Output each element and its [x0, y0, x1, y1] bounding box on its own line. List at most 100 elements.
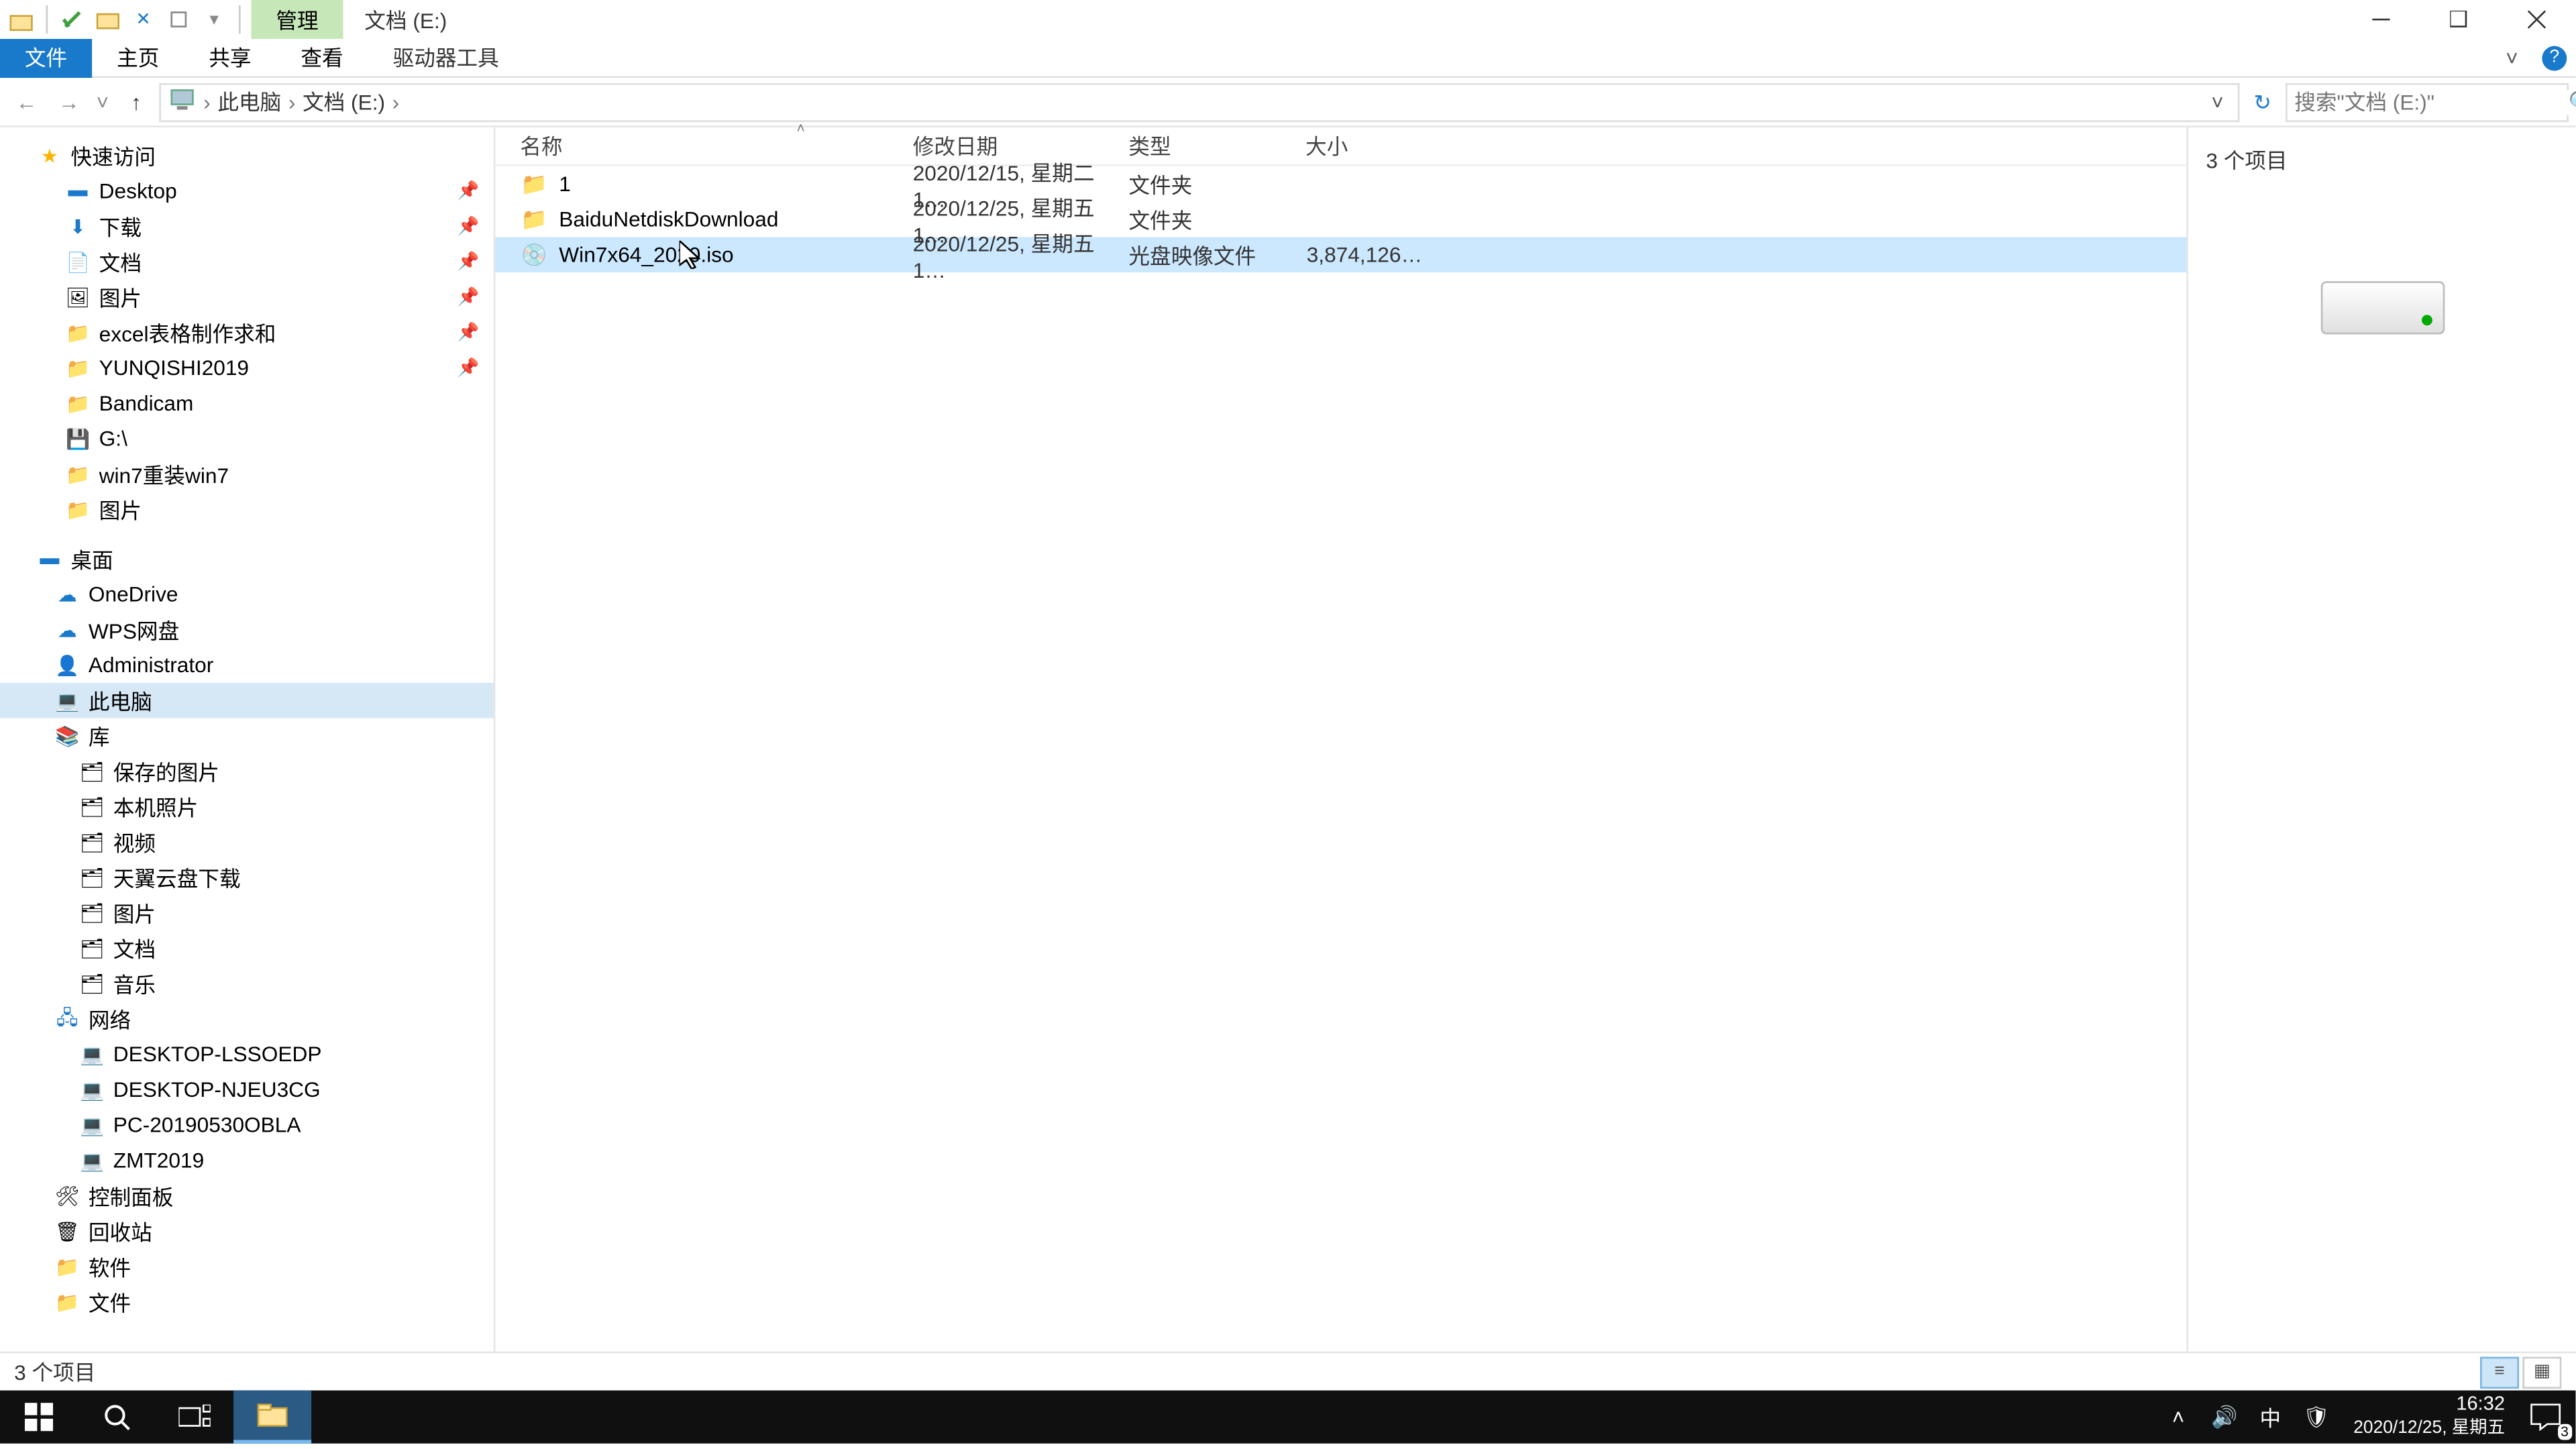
nav-network[interactable]: 🖧 网络 [0, 1002, 494, 1037]
nav-control-panel[interactable]: 🛠 控制面板 [0, 1178, 494, 1214]
nav-desktop-item[interactable]: 👤Administrator [0, 647, 494, 683]
tab-drive-tools[interactable]: 驱动器工具 [368, 38, 524, 77]
search-input[interactable] [2294, 89, 2569, 114]
nav-qa-item[interactable]: 📁Bandicam [0, 386, 494, 421]
nav-network-computer[interactable]: 💻ZMT2019 [0, 1143, 494, 1179]
maximize-button[interactable] [2420, 0, 2498, 39]
breadcrumb[interactable]: › 此电脑 › 文档 (E:) › ˅ [159, 83, 2239, 121]
ime-indicator[interactable]: 中 [2255, 1402, 2286, 1432]
view-large-icons-button[interactable]: ▦ [2522, 1356, 2561, 1387]
view-details-button[interactable]: ≡ [2480, 1356, 2519, 1387]
clock[interactable]: 16:32 2020/12/25, 星期五 [2343, 1394, 2515, 1440]
nav-item-label: 文档 [99, 247, 142, 277]
nav-desktop-item[interactable]: 📚库 [0, 718, 494, 754]
delete-icon[interactable]: ✕ [129, 5, 158, 34]
nav-recycle-bin[interactable]: 🗑 回收站 [0, 1214, 494, 1249]
nav-library-item[interactable]: 🗂图片 [0, 895, 494, 930]
rename-icon[interactable] [164, 5, 193, 34]
nav-item-label: 图片 [113, 898, 156, 928]
close-button[interactable] [2498, 0, 2575, 39]
star-icon: ★ [36, 142, 64, 170]
nav-qa-item[interactable]: 📄文档📌 [0, 244, 494, 280]
file-row[interactable]: 📁BaiduNetdiskDownload2020/12/25, 星期五 1…文… [495, 202, 2186, 237]
nav-network-computer[interactable]: 💻PC-20190530OBLA [0, 1108, 494, 1143]
chevron-right-icon[interactable]: › [388, 89, 402, 114]
app-icon[interactable] [7, 5, 36, 34]
col-name[interactable]: 名称 ˄ [520, 131, 912, 161]
nav-network-computer[interactable]: 💻DESKTOP-NJEU3CG [0, 1072, 494, 1108]
new-folder-icon[interactable] [94, 5, 122, 34]
nav-desktop-item[interactable]: 💻此电脑 [0, 683, 494, 718]
folder-icon: 📁 [53, 1288, 81, 1316]
nav-quick-access[interactable]: ★ 快速访问 [0, 138, 494, 174]
search-box[interactable]: 🔍 [2286, 83, 2569, 121]
security-icon[interactable]: 🛡 [2300, 1405, 2332, 1430]
col-size[interactable]: 大小 [1305, 131, 1430, 161]
nav-library-item[interactable]: 🗂音乐 [0, 966, 494, 1002]
nav-qa-item[interactable]: 📁excel表格制作求和📌 [0, 315, 494, 350]
start-button[interactable] [0, 1391, 78, 1444]
action-center-button[interactable]: 3 [2516, 1391, 2576, 1444]
pin-icon: 📌 [458, 217, 480, 236]
tab-share[interactable]: 共享 [184, 38, 276, 77]
nav-desktop[interactable]: ▬ 桌面 [0, 541, 494, 577]
properties-icon[interactable] [58, 5, 87, 34]
nav-network-computer[interactable]: 💻DESKTOP-LSSOEDP [0, 1036, 494, 1072]
nav-qa-item[interactable]: 📁图片 [0, 492, 494, 527]
address-dropdown-icon[interactable]: ˅ [2204, 89, 2231, 114]
back-button[interactable]: ← [7, 83, 46, 121]
pin-icon: 📌 [458, 288, 480, 307]
tray-overflow-icon[interactable]: ˄ [2162, 1405, 2194, 1430]
minimize-button[interactable] [2342, 0, 2420, 39]
search-icon[interactable]: 🔍 [2569, 89, 2576, 114]
qat-dropdown-icon[interactable]: ▾ [200, 5, 228, 34]
collapse-ribbon-icon[interactable]: ˅ [2491, 38, 2533, 77]
nav-qa-item[interactable]: ⬇下载📌 [0, 209, 494, 244]
task-view-button[interactable] [156, 1391, 233, 1444]
cloud2-icon: ☁ [53, 616, 81, 644]
nav-qa-item[interactable]: 💾G:\ [0, 421, 494, 457]
nav-library-item[interactable]: 🗂天翼云盘下载 [0, 860, 494, 896]
nav-desktop-item[interactable]: ☁OneDrive [0, 577, 494, 612]
nav-library-item[interactable]: 🗂保存的图片 [0, 753, 494, 789]
file-explorer-taskbar-button[interactable] [233, 1391, 311, 1444]
search-button[interactable] [78, 1391, 156, 1444]
nav-qa-item[interactable]: 📁YUNQISHI2019📌 [0, 350, 494, 386]
nav-desktop-item[interactable]: ☁ WPS网盘 [0, 612, 494, 647]
nav-files-folder[interactable]: 📁 文件 [0, 1284, 494, 1320]
nav-item-label: 图片 [99, 282, 142, 313]
forward-button[interactable]: → [50, 83, 89, 121]
crumb-current[interactable]: 文档 (E:) [303, 87, 385, 117]
col-type[interactable]: 类型 [1128, 131, 1305, 161]
file-row[interactable]: 📁12020/12/15, 星期二 1…文件夹 [495, 166, 2186, 202]
pin-icon: 📌 [458, 358, 480, 378]
tab-file[interactable]: 文件 [0, 38, 92, 77]
nav-software-folder[interactable]: 📁 软件 [0, 1249, 494, 1285]
chevron-right-icon[interactable]: › [285, 89, 299, 114]
refresh-button[interactable]: ↻ [2243, 89, 2282, 114]
file-row[interactable]: 💿Win7x64_2020.iso2020/12/25, 星期五 1…光盘映像文… [495, 237, 2186, 272]
nav-item-label: WPS网盘 [89, 614, 179, 645]
file-name: BaiduNetdiskDownload [559, 207, 778, 232]
nav-library-item[interactable]: 🗂文档 [0, 930, 494, 966]
nav-qa-item[interactable]: 🖼图片📌 [0, 280, 494, 315]
pc-icon: 💻 [53, 686, 81, 714]
column-headers: 名称 ˄ 修改日期 类型 大小 [495, 127, 2186, 166]
folder-icon: 📁 [520, 205, 548, 233]
address-bar-row: ← → ˅ ↑ › 此电脑 › 文档 (E:) › ˅ ↻ 🔍 [0, 78, 2575, 127]
folder-icon: 📁 [64, 319, 92, 347]
chevron-right-icon[interactable]: › [200, 89, 214, 114]
up-button[interactable]: ↑ [117, 83, 156, 121]
nav-library-item[interactable]: 🗂本机照片 [0, 789, 494, 824]
tab-home[interactable]: 主页 [92, 38, 184, 77]
nav-qa-item[interactable]: 📁win7重装win7 [0, 456, 494, 492]
volume-icon[interactable]: 🔊 [2208, 1405, 2240, 1430]
recent-locations-dropdown[interactable]: ˅ [92, 83, 113, 121]
tab-view[interactable]: 查看 [276, 38, 368, 77]
nav-library-item[interactable]: 🗂视频 [0, 824, 494, 860]
help-button[interactable]: ? [2533, 38, 2575, 77]
disc-image-icon: 💿 [520, 241, 548, 269]
nav-qa-item[interactable]: ▬Desktop📌 [0, 173, 494, 209]
cpanel-icon: 🛠 [53, 1182, 81, 1210]
crumb-this-pc[interactable]: 此电脑 [217, 87, 281, 117]
